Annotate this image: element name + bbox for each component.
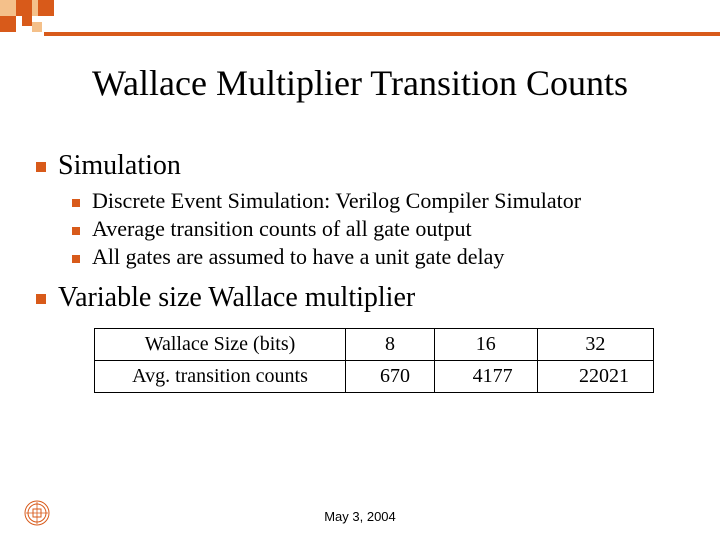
bullet-icon bbox=[72, 255, 80, 263]
bullet-text: Simulation bbox=[58, 150, 181, 182]
footer-date: May 3, 2004 bbox=[0, 509, 720, 524]
subbullet: All gates are assumed to have a unit gat… bbox=[72, 244, 684, 270]
table-cell: Avg. transition counts bbox=[95, 361, 346, 393]
slide-title: Wallace Multiplier Transition Counts bbox=[0, 62, 720, 104]
table-header-cell: 32 bbox=[537, 329, 653, 361]
bullet-text: Average transition counts of all gate ou… bbox=[92, 216, 472, 242]
table-cell: 670 bbox=[346, 361, 435, 393]
bullet-text: All gates are assumed to have a unit gat… bbox=[92, 244, 504, 270]
bullet-icon bbox=[36, 162, 46, 172]
bullet-icon bbox=[72, 199, 80, 207]
subbullet: Discrete Event Simulation: Verilog Compi… bbox=[72, 188, 684, 214]
bullet-text: Variable size Wallace multiplier bbox=[58, 282, 415, 314]
table-header-cell: 8 bbox=[346, 329, 435, 361]
corner-decor bbox=[0, 0, 720, 42]
table-row: Avg. transition counts 670 4177 22021 bbox=[95, 361, 654, 393]
bullet-text: Discrete Event Simulation: Verilog Compi… bbox=[92, 188, 581, 214]
transition-table: Wallace Size (bits) 8 16 32 Avg. transit… bbox=[94, 328, 654, 393]
subbullet: Average transition counts of all gate ou… bbox=[72, 216, 684, 242]
slide-body: Simulation Discrete Event Simulation: Ve… bbox=[36, 150, 684, 393]
table-header-cell: Wallace Size (bits) bbox=[95, 329, 346, 361]
bullet-simulation: Simulation bbox=[36, 150, 684, 182]
table-row: Wallace Size (bits) 8 16 32 bbox=[95, 329, 654, 361]
bullet-icon bbox=[72, 227, 80, 235]
table-cell: 4177 bbox=[434, 361, 537, 393]
table-header-cell: 16 bbox=[434, 329, 537, 361]
bullet-variable-size: Variable size Wallace multiplier bbox=[36, 282, 684, 314]
table-cell: 22021 bbox=[537, 361, 653, 393]
slide: Wallace Multiplier Transition Counts Sim… bbox=[0, 0, 720, 540]
bullet-icon bbox=[36, 294, 46, 304]
